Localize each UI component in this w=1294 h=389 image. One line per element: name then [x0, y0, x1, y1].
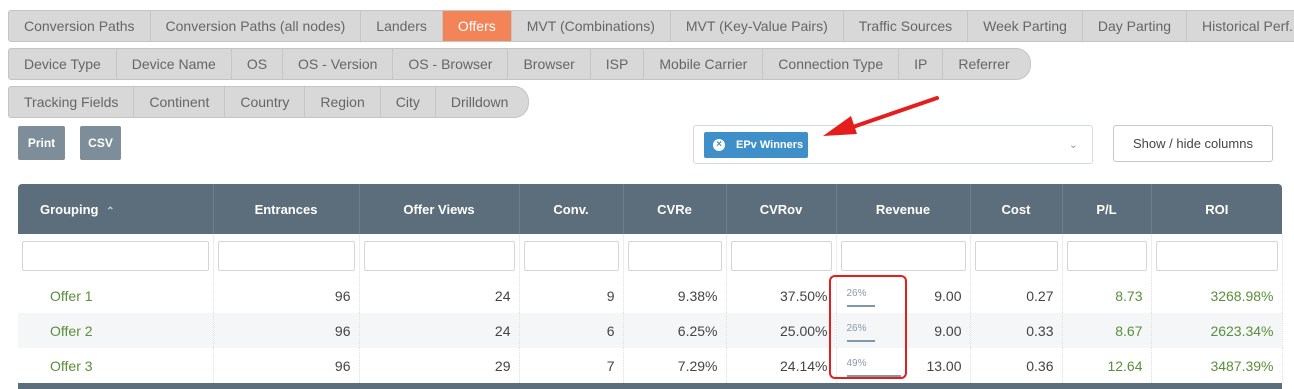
cell-cvrov: 24.14% [726, 348, 837, 383]
report-tabs-row-1: Conversion Paths Conversion Paths (all n… [8, 10, 1294, 42]
tab-conversion-paths[interactable]: Conversion Paths [9, 11, 151, 41]
col-header-entrances[interactable]: Entrances [213, 184, 360, 234]
cell-cost: 0.33 [970, 313, 1063, 348]
cell-entrances: 96 [213, 278, 360, 313]
cell-conv: 9 [519, 278, 624, 313]
annotation-highlight-box [829, 275, 907, 379]
cell-entrances: 96 [213, 348, 360, 383]
table-row[interactable]: Offer 3 96 29 7 7.29% 24.14% 49% 13.00 0… [18, 348, 1283, 383]
tab-conversion-paths-all-nodes[interactable]: Conversion Paths (all nodes) [151, 11, 362, 41]
cell-grouping[interactable]: Offer 2 [18, 313, 214, 348]
report-tabs-row-3: Tracking Fields Continent Country Region… [8, 86, 530, 118]
offers-table: Grouping ⌃ Entrances Offer Views Conv. C… [18, 184, 1283, 389]
tab-mobile-carrier[interactable]: Mobile Carrier [644, 49, 764, 79]
revenue-value: 9.00 [934, 322, 962, 339]
cell-cost: 0.27 [970, 278, 1063, 313]
table-row[interactable]: Offer 2 96 24 6 6.25% 25.00% 26% 9.00 0.… [18, 313, 1283, 348]
tab-week-parting[interactable]: Week Parting [968, 11, 1083, 41]
remove-chip-icon[interactable]: × [713, 139, 725, 151]
chevron-up-icon: ⌃ [106, 205, 115, 217]
show-hide-columns-button[interactable]: Show / hide columns [1113, 125, 1273, 162]
cell-cvrov: 25.00% [726, 313, 837, 348]
tab-tracking-fields[interactable]: Tracking Fields [9, 87, 135, 117]
filter-input-pl[interactable] [1066, 241, 1147, 271]
cell-grouping[interactable]: Offer 3 [18, 348, 214, 383]
report-tabs-row-2: Device Type Device Name OS OS - Version … [8, 48, 1031, 80]
tab-offers[interactable]: Offers [442, 11, 512, 41]
cell-grouping[interactable]: Offer 1 [18, 278, 214, 313]
print-button[interactable]: Print [18, 126, 65, 160]
filter-chip-epv-winners: × EPv Winners [704, 132, 808, 158]
col-header-cvre[interactable]: CVRe [623, 184, 727, 234]
filter-input-grouping[interactable] [22, 241, 209, 271]
tab-landers[interactable]: Landers [361, 11, 443, 41]
filter-input-entrances[interactable] [217, 241, 355, 271]
tab-city[interactable]: City [381, 87, 436, 117]
tab-continent[interactable]: Continent [134, 87, 226, 117]
cell-entrances: 96 [213, 313, 360, 348]
cell-roi: 2623.34% [1151, 313, 1283, 348]
tab-ip[interactable]: IP [899, 49, 944, 79]
tab-os-browser[interactable]: OS - Browser [393, 49, 509, 79]
annotation-arrow-icon [823, 96, 939, 136]
tab-mvt-combinations[interactable]: MVT (Combinations) [512, 11, 671, 41]
tab-connection-type[interactable]: Connection Type [763, 49, 900, 79]
cell-offer-views: 24 [359, 278, 520, 313]
col-header-revenue[interactable]: Revenue [836, 184, 971, 234]
cell-conv: 7 [519, 348, 624, 383]
chevron-down-icon[interactable]: ⌄ [1069, 138, 1078, 151]
tab-device-name[interactable]: Device Name [117, 49, 232, 79]
filter-input-offer-views[interactable] [363, 241, 515, 271]
filter-input-cvre[interactable] [627, 241, 722, 271]
cell-cvre: 6.25% [623, 313, 727, 348]
cell-pl: 8.73 [1062, 278, 1152, 313]
tab-drilldown[interactable]: Drilldown [436, 87, 529, 117]
col-header-cvrov[interactable]: CVRov [726, 184, 837, 234]
filter-input-roi[interactable] [1155, 241, 1278, 271]
filter-input-conv[interactable] [523, 241, 619, 271]
cell-cvre: 7.29% [623, 348, 727, 383]
tab-mvt-key-value-pairs[interactable]: MVT (Key-Value Pairs) [671, 11, 844, 41]
cell-roi: 3268.98% [1151, 278, 1283, 313]
cell-conv: 6 [519, 313, 624, 348]
cell-offer-views: 29 [359, 348, 520, 383]
tab-traffic-sources[interactable]: Traffic Sources [844, 11, 969, 41]
cell-cvrov: 37.50% [726, 278, 837, 313]
filter-input-cvrov[interactable] [730, 241, 832, 271]
col-header-grouping[interactable]: Grouping ⌃ [18, 184, 214, 234]
tab-day-parting[interactable]: Day Parting [1083, 11, 1188, 41]
col-header-grouping-label: Grouping [40, 201, 99, 217]
tab-country[interactable]: Country [225, 87, 306, 117]
col-header-pl[interactable]: P/L [1062, 184, 1152, 234]
cell-cvre: 9.38% [623, 278, 727, 313]
tab-os[interactable]: OS [232, 49, 284, 79]
col-header-roi[interactable]: ROI [1151, 184, 1282, 234]
cell-offer-views: 24 [359, 313, 520, 348]
filter-chip-label: EPv Winners [736, 139, 804, 151]
table-row[interactable]: Offer 1 96 24 9 9.38% 37.50% 26% 9.00 0.… [18, 278, 1283, 313]
tab-isp[interactable]: ISP [591, 49, 645, 79]
tab-device-type[interactable]: Device Type [9, 49, 117, 79]
cell-pl: 8.67 [1062, 313, 1152, 348]
filter-row [18, 234, 1283, 278]
tab-region[interactable]: Region [305, 87, 381, 117]
csv-button[interactable]: CSV [80, 126, 121, 160]
filter-input-cost[interactable] [974, 241, 1058, 271]
tab-os-version[interactable]: OS - Version [283, 49, 394, 79]
filter-input-revenue[interactable] [840, 241, 966, 271]
tab-browser[interactable]: Browser [508, 49, 591, 79]
tab-historical-perf[interactable]: Historical Perf. [1187, 11, 1294, 41]
col-header-cost[interactable]: Cost [970, 184, 1063, 234]
cell-pl: 12.64 [1062, 348, 1152, 383]
revenue-value: 9.00 [934, 287, 962, 304]
col-header-conv[interactable]: Conv. [519, 184, 624, 234]
col-header-offer-views[interactable]: Offer Views [359, 184, 520, 234]
cell-roi: 3487.39% [1151, 348, 1283, 383]
cell-cost: 0.36 [970, 348, 1063, 383]
tab-referrer[interactable]: Referrer [943, 49, 1029, 79]
revenue-value: 13.00 [926, 357, 962, 374]
